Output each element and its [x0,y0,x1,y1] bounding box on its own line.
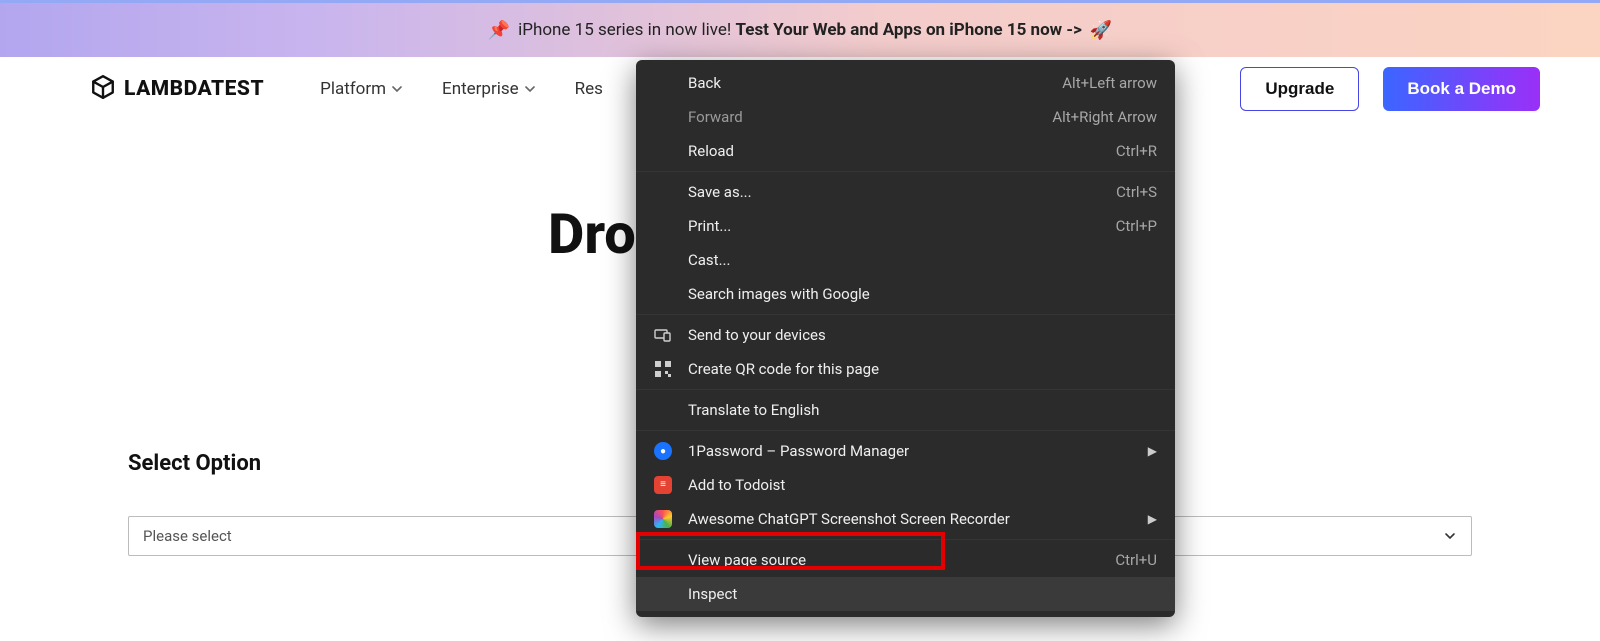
menu-save-as-shortcut: Ctrl+S [1116,183,1157,201]
menu-view-source[interactable]: View page source Ctrl+U [636,543,1175,577]
menu-print-shortcut: Ctrl+P [1116,217,1157,235]
nav-resources-label: Res [575,79,603,99]
upgrade-button[interactable]: Upgrade [1240,67,1359,111]
menu-print[interactable]: Print... Ctrl+P [636,209,1175,243]
menu-cast-label: Cast... [688,251,1157,269]
menu-todoist-label: Add to Todoist [688,476,1157,494]
menu-1password-label: 1Password – Password Manager [688,442,1157,460]
logo-icon [90,74,116,104]
menu-reload-shortcut: Ctrl+R [1116,142,1157,160]
qr-code-icon [654,360,672,378]
chevron-down-icon [392,84,402,94]
menu-search-images-label: Search images with Google [688,285,1157,303]
menu-search-images[interactable]: Search images with Google [636,277,1175,311]
promo-banner[interactable]: 📌 iPhone 15 series in now live! Test You… [0,3,1600,57]
menu-inspect-label: Inspect [688,585,1157,603]
chevron-right-icon: ▶ [1148,444,1157,458]
menu-send-devices-label: Send to your devices [688,326,1157,344]
menu-create-qr[interactable]: Create QR code for this page [636,352,1175,386]
devices-icon [654,326,672,344]
menu-1password[interactable]: ● 1Password – Password Manager ▶ [636,434,1175,468]
chevron-down-icon [525,84,535,94]
logo[interactable]: LAMBDATEST [90,74,264,104]
menu-translate-label: Translate to English [688,401,1157,419]
chevron-right-icon: ▶ [1148,512,1157,526]
nav-resources[interactable]: Res [575,79,603,99]
menu-save-as[interactable]: Save as... Ctrl+S [636,175,1175,209]
menu-separator [636,389,1175,390]
menu-forward-label: Forward [688,108,1052,126]
nav-platform[interactable]: Platform [320,79,402,99]
menu-forward-shortcut: Alt+Right Arrow [1052,108,1157,126]
onepassword-icon: ● [654,442,672,460]
menu-send-to-devices[interactable]: Send to your devices [636,318,1175,352]
menu-separator [636,171,1175,172]
menu-back-shortcut: Alt+Left arrow [1062,74,1157,92]
menu-awesome-screenshot[interactable]: Awesome ChatGPT Screenshot Screen Record… [636,502,1175,536]
browser-context-menu: Back Alt+Left arrow Forward Alt+Right Ar… [636,60,1175,617]
logo-text: LAMBDATEST [124,77,264,101]
nav-enterprise[interactable]: Enterprise [442,79,535,99]
menu-forward: Forward Alt+Right Arrow [636,100,1175,134]
menu-save-as-label: Save as... [688,183,1116,201]
menu-view-source-shortcut: Ctrl+U [1115,551,1157,569]
header-actions: Upgrade Book a Demo [1240,67,1540,111]
menu-separator [636,430,1175,431]
awesome-screenshot-icon [654,510,672,528]
menu-inspect[interactable]: Inspect [636,577,1175,611]
menu-reload[interactable]: Reload Ctrl+R [636,134,1175,168]
promo-text: iPhone 15 series in now live! [518,20,735,40]
menu-reload-label: Reload [688,142,1116,160]
menu-back[interactable]: Back Alt+Left arrow [636,66,1175,100]
menu-todoist[interactable]: ≡ Add to Todoist [636,468,1175,502]
page-title: Dro [548,201,636,267]
menu-qr-label: Create QR code for this page [688,360,1157,378]
menu-translate[interactable]: Translate to English [636,393,1175,427]
menu-print-label: Print... [688,217,1116,235]
book-demo-button[interactable]: Book a Demo [1383,67,1540,111]
menu-awesome-label: Awesome ChatGPT Screenshot Screen Record… [688,510,1157,528]
todoist-icon: ≡ [654,476,672,494]
menu-separator [636,314,1175,315]
nav-platform-label: Platform [320,79,386,99]
main-nav: Platform Enterprise Res [320,79,603,99]
menu-cast[interactable]: Cast... [636,243,1175,277]
select-placeholder: Please select [143,527,232,545]
menu-view-source-label: View page source [688,551,1115,569]
chevron-down-icon [1443,529,1457,543]
menu-back-label: Back [688,74,1062,92]
nav-enterprise-label: Enterprise [442,79,519,99]
promo-text-bold: Test Your Web and Apps on iPhone 15 now … [736,20,1082,40]
rocket-icon: 🚀 [1090,20,1112,41]
menu-separator [636,539,1175,540]
pushpin-icon: 📌 [488,20,510,41]
